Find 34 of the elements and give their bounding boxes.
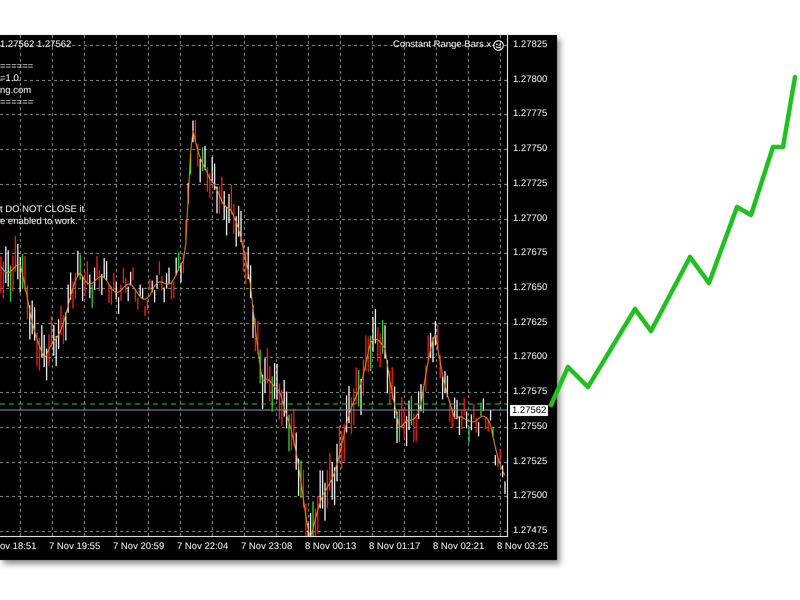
notice-line: t DO NOT CLOSE it <box>0 204 84 216</box>
price-label: 1.27600 <box>513 351 548 364</box>
price-label: 1.27800 <box>513 74 548 86</box>
smiley-icon <box>493 40 504 51</box>
time-label: 7 Nov 20:59 <box>113 540 166 554</box>
price-label: 1.27525 <box>513 456 548 468</box>
price-label: 1.27625 <box>513 316 548 329</box>
current-price-tag: 1.27562 <box>510 405 548 416</box>
indicator-label: Constant Range Bars.x <box>393 39 492 51</box>
time-label: 8 Nov 02:21 <box>433 540 486 554</box>
info-line: ng.com <box>0 85 32 97</box>
price-label: 1.27475 <box>513 524 548 537</box>
price-label: 1.27700 <box>513 212 548 225</box>
info-line: ====== <box>0 97 34 109</box>
time-label: 8 Nov 03:25 <box>497 540 548 554</box>
time-label: 7 Nov 19:55 <box>49 540 102 554</box>
price-label: 1.27725 <box>513 178 548 190</box>
notice-line: e enabled to work. <box>0 216 78 228</box>
time-label: 8 Nov 00:13 <box>305 540 358 554</box>
info-line: =1.0 <box>0 73 19 85</box>
price-label: 1.27775 <box>513 108 548 120</box>
time-label: 8 Nov 01:17 <box>369 540 422 554</box>
price-header: 1.27562 1.27562 <box>0 39 72 51</box>
price-label: 1.27575 <box>513 386 548 398</box>
time-label: 7 Nov 22:04 <box>177 540 230 554</box>
info-line: ====== <box>0 61 34 73</box>
price-label: 1.27825 <box>513 39 548 51</box>
time-label: 7 Nov 23:08 <box>241 540 294 554</box>
price-label: 1.27500 <box>513 490 548 502</box>
price-label: 1.27550 <box>513 420 548 433</box>
price-label: 1.27675 <box>513 247 548 260</box>
price-label: 1.27650 <box>513 282 548 294</box>
price-label: 1.27750 <box>513 143 548 156</box>
time-label: ov 18:51 <box>0 540 38 554</box>
